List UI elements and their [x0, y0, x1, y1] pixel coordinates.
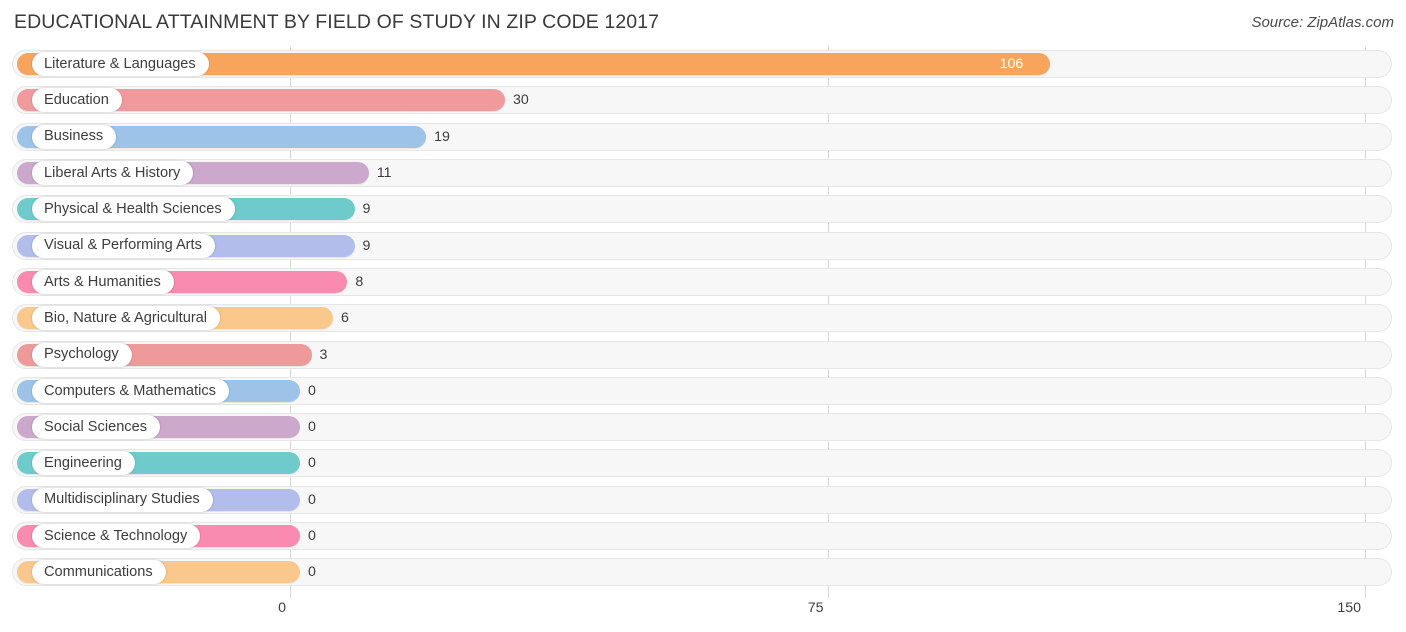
page-title: EDUCATIONAL ATTAINMENT BY FIELD OF STUDY… [14, 11, 660, 33]
category-label-pill: Business [32, 124, 117, 149]
bar-row: Literature & Languages 106 [0, 46, 1406, 82]
category-label: Literature & Languages [44, 55, 196, 72]
category-label-pill: Arts & Humanities [32, 269, 174, 294]
category-label: Physical & Health Sciences [44, 201, 222, 218]
x-tick-label: 150 [1337, 600, 1361, 616]
bar-value-label: 19 [434, 128, 450, 145]
category-label: Engineering [44, 455, 122, 472]
bar-row: Education 30 [0, 82, 1406, 118]
bar-row: Engineering 0 [0, 445, 1406, 481]
source-attribution: Source: ZipAtlas.com [1251, 14, 1394, 31]
category-label: Multidisciplinary Studies [44, 491, 200, 508]
bar-value-label: 0 [308, 528, 316, 544]
bar-value-label: 0 [308, 419, 316, 436]
plot-area: Literature & Languages 106 Education 30 Busi… [0, 46, 1406, 598]
bar-value-label: 9 [362, 201, 371, 218]
category-label: Psychology [44, 346, 119, 363]
bar-row: Bio, Nature & Agricultural 6 [0, 300, 1406, 336]
category-label: Business [44, 128, 104, 145]
bar-rows: Literature & Languages 106 Education 30 Busi… [0, 46, 1406, 590]
bar-row: Business 19 [0, 119, 1406, 155]
bar-row: Psychology 3 [0, 336, 1406, 372]
x-tick-label: 75 [807, 600, 824, 616]
bar-row: Liberal Arts & History 11 [0, 155, 1406, 191]
bar-row: Visual & Performing Arts 9 [0, 227, 1406, 263]
category-label-pill: Computers & Mathematics [32, 378, 229, 403]
category-label: Arts & Humanities [44, 273, 161, 290]
chart-page: EDUCATIONAL ATTAINMENT BY FIELD OF STUDY… [0, 0, 1406, 632]
bar-value-label: 0 [308, 491, 316, 508]
category-label-pill: Engineering [32, 451, 135, 476]
category-label-pill: Education [32, 88, 122, 113]
bar-row: Arts & Humanities 8 [0, 264, 1406, 300]
bar-row: Communications 0 [0, 554, 1406, 590]
bar-row: Multidisciplinary Studies 0 [0, 482, 1406, 518]
bar-row: Computers & Mathematics 0 [0, 373, 1406, 409]
bar-value-label: 0 [308, 564, 316, 581]
bar-row: Social Sciences 0 [0, 409, 1406, 445]
bar-value-label: 3 [319, 346, 328, 363]
x-tick-label: 0 [278, 600, 286, 616]
bar-value-label: 8 [355, 273, 364, 290]
bar-value-label: 106 [999, 56, 1024, 73]
category-label-pill: Liberal Arts & History [32, 161, 194, 186]
bar-row: Physical & Health Sciences 9 [0, 191, 1406, 227]
category-label-pill: Social Sciences [32, 415, 161, 440]
category-label-pill: Physical & Health Sciences [32, 197, 235, 222]
bar-value-label: 30 [513, 92, 529, 109]
category-label-pill: Bio, Nature & Agricultural [32, 306, 221, 331]
category-label: Education [44, 92, 109, 109]
category-label-pill: Science & Technology [32, 524, 201, 548]
category-label: Liberal Arts & History [44, 164, 181, 181]
category-label-pill: Psychology [32, 342, 132, 367]
category-label-pill: Literature & Languages [32, 52, 209, 77]
category-label: Visual & Performing Arts [44, 237, 202, 254]
category-label-pill: Visual & Performing Arts [32, 233, 215, 258]
category-label: Computers & Mathematics [44, 382, 216, 399]
bar-row: Science & Technology 0 [0, 518, 1406, 554]
bar-value-label: 6 [341, 310, 349, 327]
category-label: Communications [44, 564, 153, 580]
category-label-pill: Communications [32, 560, 166, 585]
category-label: Social Sciences [44, 418, 148, 435]
bar-value-label: 0 [308, 455, 316, 472]
bar-value-label: 0 [308, 382, 316, 399]
bar-value-label: 9 [362, 237, 371, 254]
category-label: Bio, Nature & Agricultural [44, 309, 208, 326]
category-label-pill: Multidisciplinary Studies [32, 487, 213, 512]
bar-value-label: 11 [376, 165, 392, 182]
category-label: Science & Technology [44, 527, 188, 544]
x-axis: 0 75 150 [0, 598, 1406, 632]
